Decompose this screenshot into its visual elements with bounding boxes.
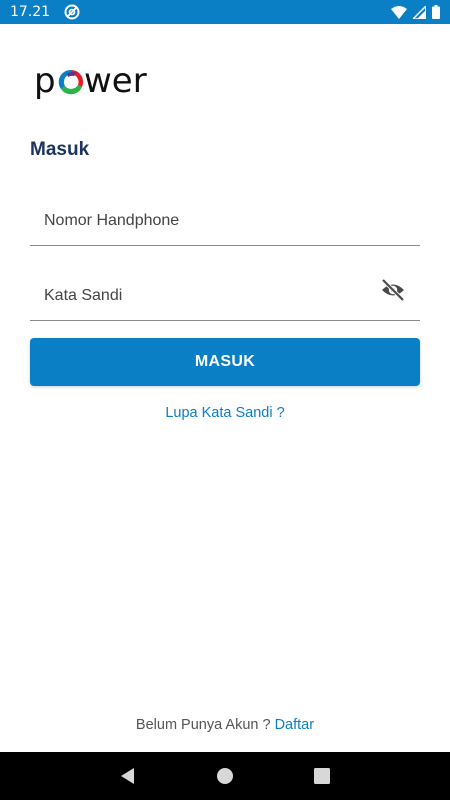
sync-icon [64, 4, 80, 20]
status-time: 17.21 [10, 4, 51, 20]
password-field[interactable]: Kata Sandi [30, 273, 420, 321]
eye-off-icon[interactable] [380, 277, 406, 303]
svg-text:wer: wer [84, 62, 147, 101]
status-bar: 17.21 [0, 0, 450, 24]
wifi-icon [391, 5, 407, 19]
navigation-bar [0, 752, 450, 800]
svg-text:p: p [34, 62, 56, 101]
page-title: Masuk [30, 139, 90, 160]
forgot-password-link[interactable]: Lupa Kata Sandi ? [0, 405, 450, 421]
phone-field-label: Nomor Handphone [44, 212, 180, 229]
recents-icon[interactable] [313, 767, 331, 785]
back-icon[interactable] [119, 767, 137, 785]
register-link[interactable]: Daftar [275, 717, 315, 733]
register-prompt-text: Belum Punya Akun ? [135, 717, 271, 733]
phone-field[interactable]: Nomor Handphone [30, 198, 420, 246]
password-field-label: Kata Sandi [44, 287, 123, 304]
home-icon[interactable] [216, 767, 234, 785]
register-prompt: Belum Punya Akun ? Daftar [0, 717, 450, 733]
signal-icon [413, 5, 426, 19]
battery-icon [432, 5, 440, 19]
login-button[interactable]: MASUK [30, 338, 420, 386]
power-logo: p wer [34, 61, 164, 102]
